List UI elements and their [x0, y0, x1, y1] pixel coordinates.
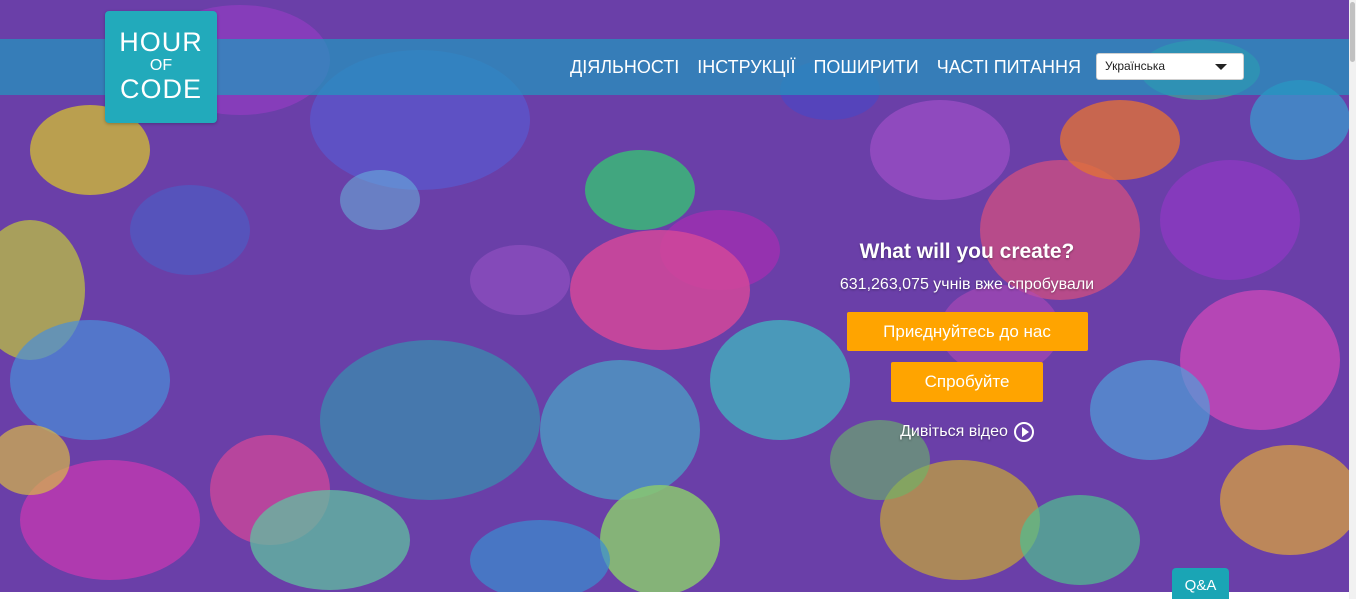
try-it-button[interactable]: Спробуйте: [891, 362, 1043, 402]
caret-down-icon: [1215, 64, 1227, 70]
nav-links: ДІЯЛЬНОСТІ ІНСТРУКЦІЇ ПОШИРИТИ ЧАСТІ ПИТ…: [552, 39, 1081, 95]
page: ДІЯЛЬНОСТІ ІНСТРУКЦІЇ ПОШИРИТИ ЧАСТІ ПИТ…: [0, 0, 1356, 599]
nav-item-instructions[interactable]: ІНСТРУКЦІЇ: [697, 57, 795, 78]
nav-item-activities[interactable]: ДІЯЛЬНОСТІ: [570, 57, 679, 78]
page-bottom-edge: [0, 592, 1349, 599]
vertical-scrollbar[interactable]: [1349, 0, 1356, 599]
hero-title: What will you create?: [859, 240, 1075, 263]
nav-item-share[interactable]: ПОШИРИТИ: [813, 57, 918, 78]
watch-video-link[interactable]: Дивіться відео: [900, 422, 1034, 442]
nav-item-faq[interactable]: ЧАСТІ ПИТАННЯ: [937, 57, 1081, 78]
students-counter: 631,263,075 учнів вже спробували: [839, 276, 1095, 293]
logo-line-of: OF: [149, 57, 173, 74]
watch-video-label: Дивіться відео: [900, 423, 1008, 440]
language-select[interactable]: Українська: [1096, 53, 1244, 80]
scrollbar-thumb[interactable]: [1350, 2, 1355, 62]
language-select-value: Українська: [1105, 59, 1166, 73]
logo-line-hour: HOUR: [119, 27, 203, 57]
hero-call-to-action: What will you create? 631,263,075 учнів …: [820, 236, 1114, 442]
join-us-button[interactable]: Приєднуйтесь до нас: [846, 312, 1088, 351]
qa-button[interactable]: Q&A: [1172, 568, 1229, 599]
play-circle-icon: [1013, 422, 1034, 442]
logo-line-code: CODE: [119, 74, 202, 104]
hour-of-code-logo[interactable]: HOUR OF CODE: [105, 11, 217, 123]
